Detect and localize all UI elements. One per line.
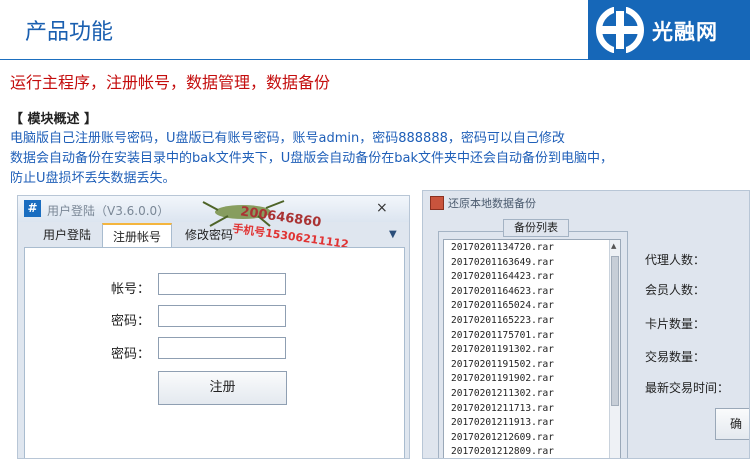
confirm-password-input[interactable]: [158, 337, 286, 359]
list-item[interactable]: 20170201191902.rar: [451, 372, 611, 387]
feature-subtitle: 运行主程序，注册帐号，数据管理，数据备份: [10, 73, 331, 92]
logo-mark-icon: [596, 7, 644, 53]
chevron-down-icon[interactable]: ▼: [389, 229, 397, 240]
window-title: 还原本地数据备份: [448, 197, 536, 210]
list-item[interactable]: 20170201164623.rar: [451, 285, 611, 300]
list-item[interactable]: 20170201212609.rar: [451, 431, 611, 446]
list-item[interactable]: 20170201163649.rar: [451, 256, 611, 271]
list-item[interactable]: 20170201211713.rar: [451, 402, 611, 417]
vertical-scrollbar[interactable]: ▲: [609, 240, 620, 458]
confirm-button[interactable]: 确: [715, 408, 749, 440]
list-item[interactable]: 20170201211913.rar: [451, 416, 611, 431]
confirm-password-label: 密码：: [110, 347, 150, 362]
register-button[interactable]: 注册: [158, 371, 287, 405]
account-input[interactable]: [158, 273, 286, 295]
list-item[interactable]: 20170201212809.rar: [451, 445, 611, 458]
list-item[interactable]: 20170201191302.rar: [451, 343, 611, 358]
list-item[interactable]: 20170201134720.rar: [451, 241, 611, 256]
list-item[interactable]: 20170201211302.rar: [451, 387, 611, 402]
header: 产品功能 光融网: [0, 0, 750, 60]
backup-file-list[interactable]: 20170201134720.rar 20170201163649.rar 2017…: [443, 239, 621, 458]
scroll-thumb[interactable]: [611, 256, 619, 406]
close-icon[interactable]: ×: [376, 200, 388, 216]
list-items: 20170201134720.rar 20170201163649.rar 2017…: [451, 241, 611, 458]
group-title: 备份列表: [503, 219, 569, 237]
description-line: 数据会自动备份在安装目录中的bak文件夹下，U盘版会自动备份在bak文件夹中还会…: [10, 151, 614, 166]
list-item[interactable]: 20170201175701.rar: [451, 329, 611, 344]
last-trade-time-label: 最新交易时间：: [645, 381, 730, 395]
agents-count-label: 代理人数：: [645, 253, 706, 267]
password-label: 密码：: [110, 314, 150, 329]
window-title: 用户登陆（V3.6.0.0）: [47, 204, 170, 218]
app-icon: #: [24, 200, 41, 217]
page-title: 产品功能: [25, 20, 114, 45]
list-item[interactable]: 20170201165223.rar: [451, 314, 611, 329]
backup-window: 还原本地数据备份 备份列表 20170201134720.rar 20170201…: [422, 190, 750, 459]
tab-register-account[interactable]: 注册帐号: [102, 223, 172, 247]
logo-text: 光融网: [652, 20, 718, 44]
account-label: 帐号：: [110, 282, 150, 297]
scroll-up-icon[interactable]: ▲: [611, 242, 616, 250]
login-window: # 用户登陆（V3.6.0.0） × 200646860 手机号15306211…: [17, 195, 410, 459]
cards-count-label: 卡片数量：: [645, 317, 706, 331]
header-divider: [0, 59, 588, 60]
tab-user-login[interactable]: 用户登陆: [32, 223, 102, 247]
password-input[interactable]: [158, 305, 286, 327]
trades-count-label: 交易数量：: [645, 350, 706, 364]
description-line: 防止U盘损坏丢失数据丢失。: [10, 171, 176, 186]
section-heading: 【 模块概述 】: [10, 112, 98, 127]
window-titlebar: # 用户登陆（V3.6.0.0） ×: [18, 196, 409, 227]
app-icon: [430, 196, 444, 210]
list-item[interactable]: 20170201164423.rar: [451, 270, 611, 285]
list-item[interactable]: 20170201165024.rar: [451, 299, 611, 314]
brand-logo: 光融网: [588, 0, 750, 60]
members-count-label: 会员人数：: [645, 283, 706, 297]
description-line: 电脑版自己注册账号密码，U盘版已有账号密码，账号admin，密码888888，密…: [10, 131, 565, 146]
list-item[interactable]: 20170201191502.rar: [451, 358, 611, 373]
tab-change-password[interactable]: 修改密码: [174, 223, 244, 247]
